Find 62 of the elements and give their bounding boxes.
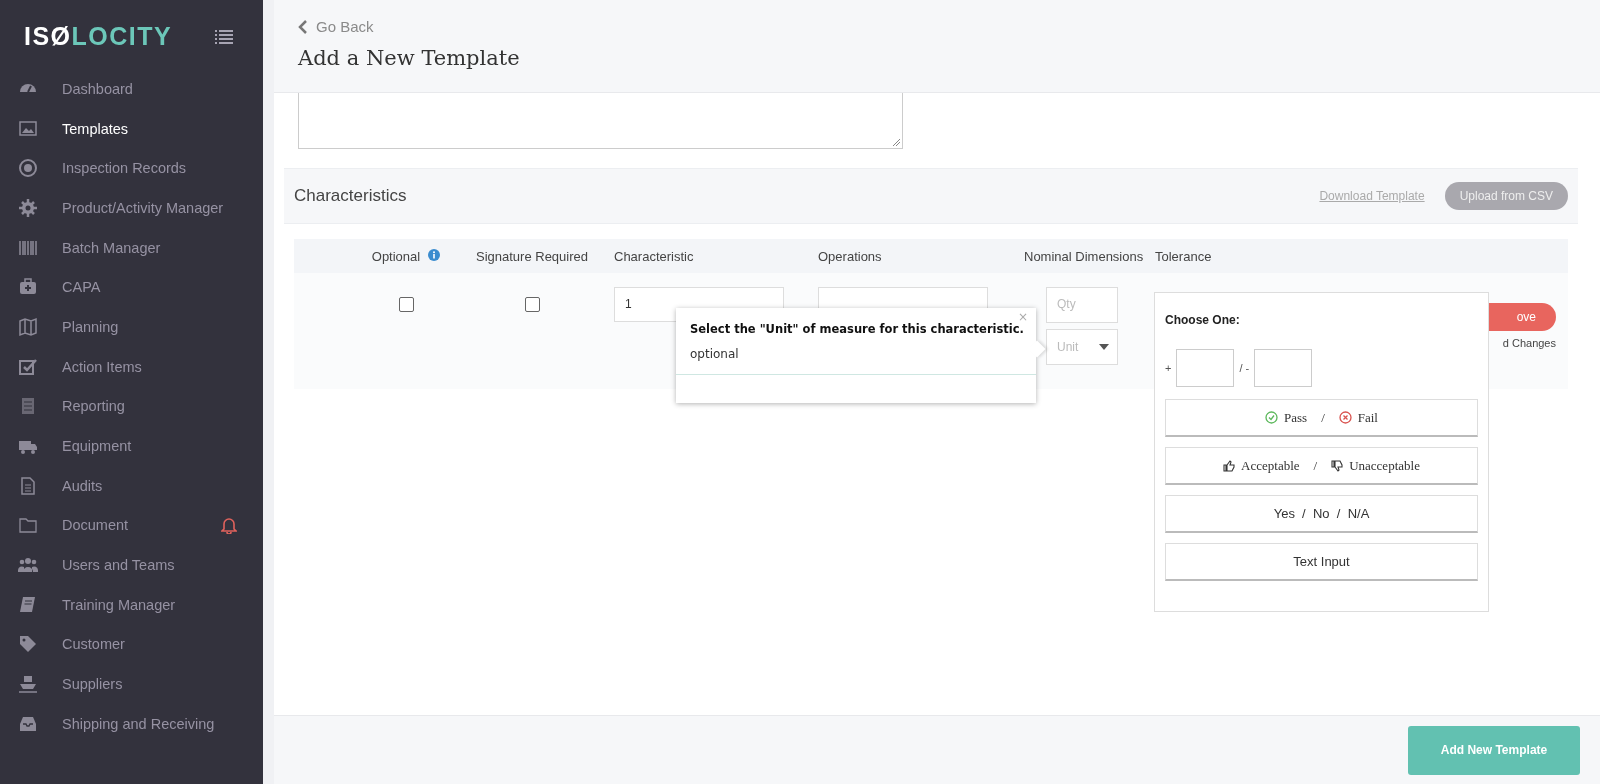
x-circle-icon xyxy=(1338,411,1352,424)
sidebar-item[interactable]: Customer xyxy=(0,624,263,665)
tooltip-text: optional xyxy=(689,346,740,363)
sidebar-item[interactable]: Batch Manager xyxy=(0,227,263,268)
nav-icon xyxy=(18,594,38,615)
nav-icon xyxy=(18,475,38,496)
caret-down-icon xyxy=(1099,344,1109,350)
tooltip-title: Select the "Unit" of measure for this characteristic. xyxy=(690,321,1024,337)
column-header: Characteristic xyxy=(614,248,694,264)
sidebar-item[interactable]: Templates xyxy=(0,108,263,149)
check-circle-icon xyxy=(1265,411,1278,424)
plus-sign: + xyxy=(1165,362,1172,374)
minus-field[interactable] xyxy=(1254,349,1313,387)
download-link[interactable]: Download Template xyxy=(1319,189,1425,203)
column-header: Nominal Dimensions xyxy=(1024,248,1144,264)
popup-title: Choose One: xyxy=(1165,313,1241,327)
option-button[interactable]: Pass / Fail xyxy=(1165,399,1478,437)
info-icon[interactable] xyxy=(428,248,441,261)
menu-icon[interactable] xyxy=(215,29,233,44)
plus-field[interactable] xyxy=(1176,349,1235,387)
sidebar-item[interactable]: CAPA xyxy=(0,267,263,308)
section-title: Characteristics xyxy=(294,186,407,206)
sidebar-item[interactable]: Planning xyxy=(0,307,263,347)
page-title: Add a New Template xyxy=(298,45,521,70)
nav-icon xyxy=(18,515,38,536)
sidebar-item[interactable]: Users and Teams xyxy=(0,545,263,585)
sidebar-item[interactable]: Reporting xyxy=(0,386,263,427)
option-button[interactable]: Yes / No / N/A xyxy=(1165,495,1478,533)
nav-icon xyxy=(18,634,38,655)
status-text: d Changes xyxy=(1502,337,1556,349)
sidebar-item[interactable]: Shipping and Receiving xyxy=(0,704,263,744)
sidebar-item[interactable]: Suppliers xyxy=(0,664,263,704)
thumbs-down-icon xyxy=(1331,459,1344,472)
sidebar-item[interactable]: Equipment xyxy=(0,426,263,466)
column-header: Signature Required xyxy=(476,248,588,264)
nav-icon xyxy=(18,316,38,337)
column-header: Optional xyxy=(371,248,421,264)
checkbox[interactable] xyxy=(398,297,414,312)
sidebar-item[interactable]: Dashboard xyxy=(0,69,263,109)
option-button[interactable]: Text Input xyxy=(1165,543,1478,581)
column-header: Operations xyxy=(818,248,882,264)
sidebar-item[interactable]: Action Items xyxy=(0,346,263,387)
nav-icon xyxy=(18,197,38,218)
nav-icon xyxy=(18,158,38,179)
close-icon[interactable]: × xyxy=(1017,310,1028,324)
option-button[interactable]: Acceptable / Unacceptable xyxy=(1165,447,1478,485)
back-link[interactable]: Go Back xyxy=(298,18,374,35)
column-header: Tolerance xyxy=(1155,248,1212,264)
minus-separator: / - xyxy=(1239,362,1250,374)
nav-icon xyxy=(18,118,38,139)
sidebar-item[interactable]: Training Manager xyxy=(0,584,263,625)
resize-grip-icon[interactable] xyxy=(892,138,900,146)
sidebar-item[interactable]: Product/Activity Manager xyxy=(0,188,263,228)
nav-icon xyxy=(18,674,38,695)
chevron-left-icon xyxy=(298,19,308,34)
checkbox[interactable] xyxy=(524,297,540,312)
sidebar-item[interactable]: Audits xyxy=(0,465,263,506)
add-template-button[interactable]: Add New Template xyxy=(1408,725,1580,775)
logo: ISØLOCITY xyxy=(24,22,173,51)
sidebar-item[interactable]: Document xyxy=(0,505,263,546)
sidebar-item[interactable]: Inspection Records xyxy=(0,148,263,189)
thumbs-up-icon xyxy=(1223,459,1236,472)
